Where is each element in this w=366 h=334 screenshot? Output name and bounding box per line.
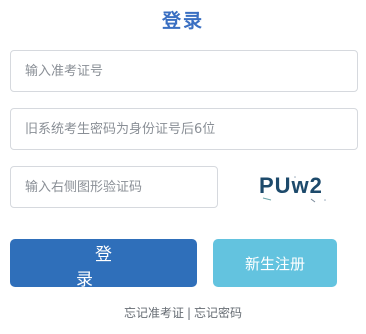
forgot-ticket-link[interactable]: 忘记准考证 [124,306,184,320]
page-title: 登录 [161,10,204,32]
captcha-text: PUw2 [259,173,323,198]
forgot-password-link[interactable]: 忘记密码 [194,306,242,320]
link-separator: | [186,306,192,320]
ticket-number-input[interactable] [10,50,358,92]
login-panel: 登录 PUw2 登 录 新生注册 忘记准考证|忘记密码 [0,0,366,334]
captcha-image[interactable]: PUw2 [255,171,345,205]
help-links: 忘记准考证 | 忘记密码 [0,304,366,321]
captcha-input[interactable] [10,166,218,208]
password-input[interactable] [10,108,358,150]
register-button[interactable]: 新生注册 [213,239,337,287]
login-button[interactable]: 登 录 [10,239,197,290]
